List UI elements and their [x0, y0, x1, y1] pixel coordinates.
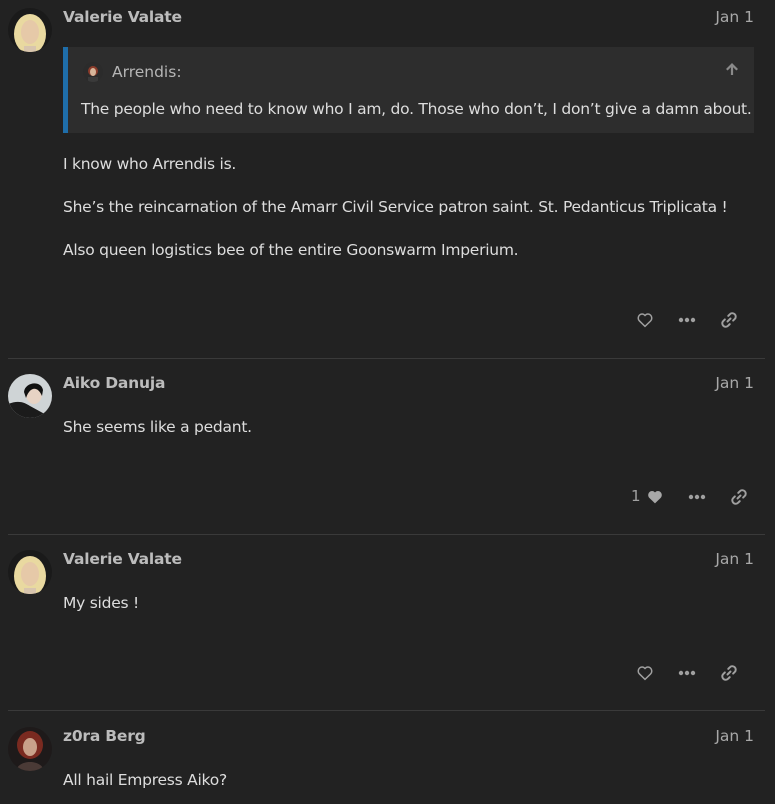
post-date[interactable]: Jan 1: [715, 550, 754, 568]
ellipsis-icon[interactable]: [677, 310, 697, 330]
username[interactable]: Valerie Valate: [63, 8, 182, 26]
post-1: Valerie Valate Jan 1 Arrendis: The peopl…: [0, 0, 775, 358]
username[interactable]: Valerie Valate: [63, 550, 182, 568]
link-icon[interactable]: [719, 663, 739, 683]
heart-icon[interactable]: [635, 310, 655, 330]
post-paragraph: She’s the reincarnation of the Amarr Civ…: [63, 198, 728, 216]
quote-author[interactable]: Arrendis:: [112, 63, 182, 81]
post-4: z0ra Berg Jan 1 All hail Empress Aiko?: [0, 711, 775, 804]
arrow-up-icon[interactable]: [724, 61, 740, 81]
quote-text: The people who need to know who I am, do…: [81, 100, 752, 118]
avatar[interactable]: [8, 727, 52, 771]
link-icon[interactable]: [719, 310, 739, 330]
like-count[interactable]: 1: [631, 487, 641, 505]
avatar[interactable]: [8, 550, 52, 594]
ellipsis-icon[interactable]: [687, 487, 707, 507]
post-3: Valerie Valate Jan 1 My sides !: [0, 535, 775, 710]
link-icon[interactable]: [729, 487, 749, 507]
avatar[interactable]: [8, 8, 52, 52]
quote-avatar: [83, 62, 103, 82]
heart-icon[interactable]: [635, 663, 655, 683]
ellipsis-icon[interactable]: [677, 663, 697, 683]
post-2: Aiko Danuja Jan 1 She seems like a pedan…: [0, 359, 775, 534]
username[interactable]: z0ra Berg: [63, 727, 146, 745]
quote-block: Arrendis: The people who need to know wh…: [63, 47, 754, 133]
username[interactable]: Aiko Danuja: [63, 374, 165, 392]
avatar[interactable]: [8, 374, 52, 418]
post-paragraph: All hail Empress Aiko?: [63, 771, 227, 789]
post-date[interactable]: Jan 1: [715, 374, 754, 392]
heart-icon[interactable]: [645, 487, 665, 507]
post-actions: [635, 663, 755, 683]
post-date[interactable]: Jan 1: [715, 8, 754, 26]
post-actions: [635, 310, 755, 330]
post-paragraph: Also queen logistics bee of the entire G…: [63, 241, 519, 259]
post-paragraph: I know who Arrendis is.: [63, 155, 237, 173]
post-paragraph: She seems like a pedant.: [63, 418, 252, 436]
post-date[interactable]: Jan 1: [715, 727, 754, 745]
post-paragraph: My sides !: [63, 594, 139, 612]
post-actions: 1: [631, 487, 755, 507]
